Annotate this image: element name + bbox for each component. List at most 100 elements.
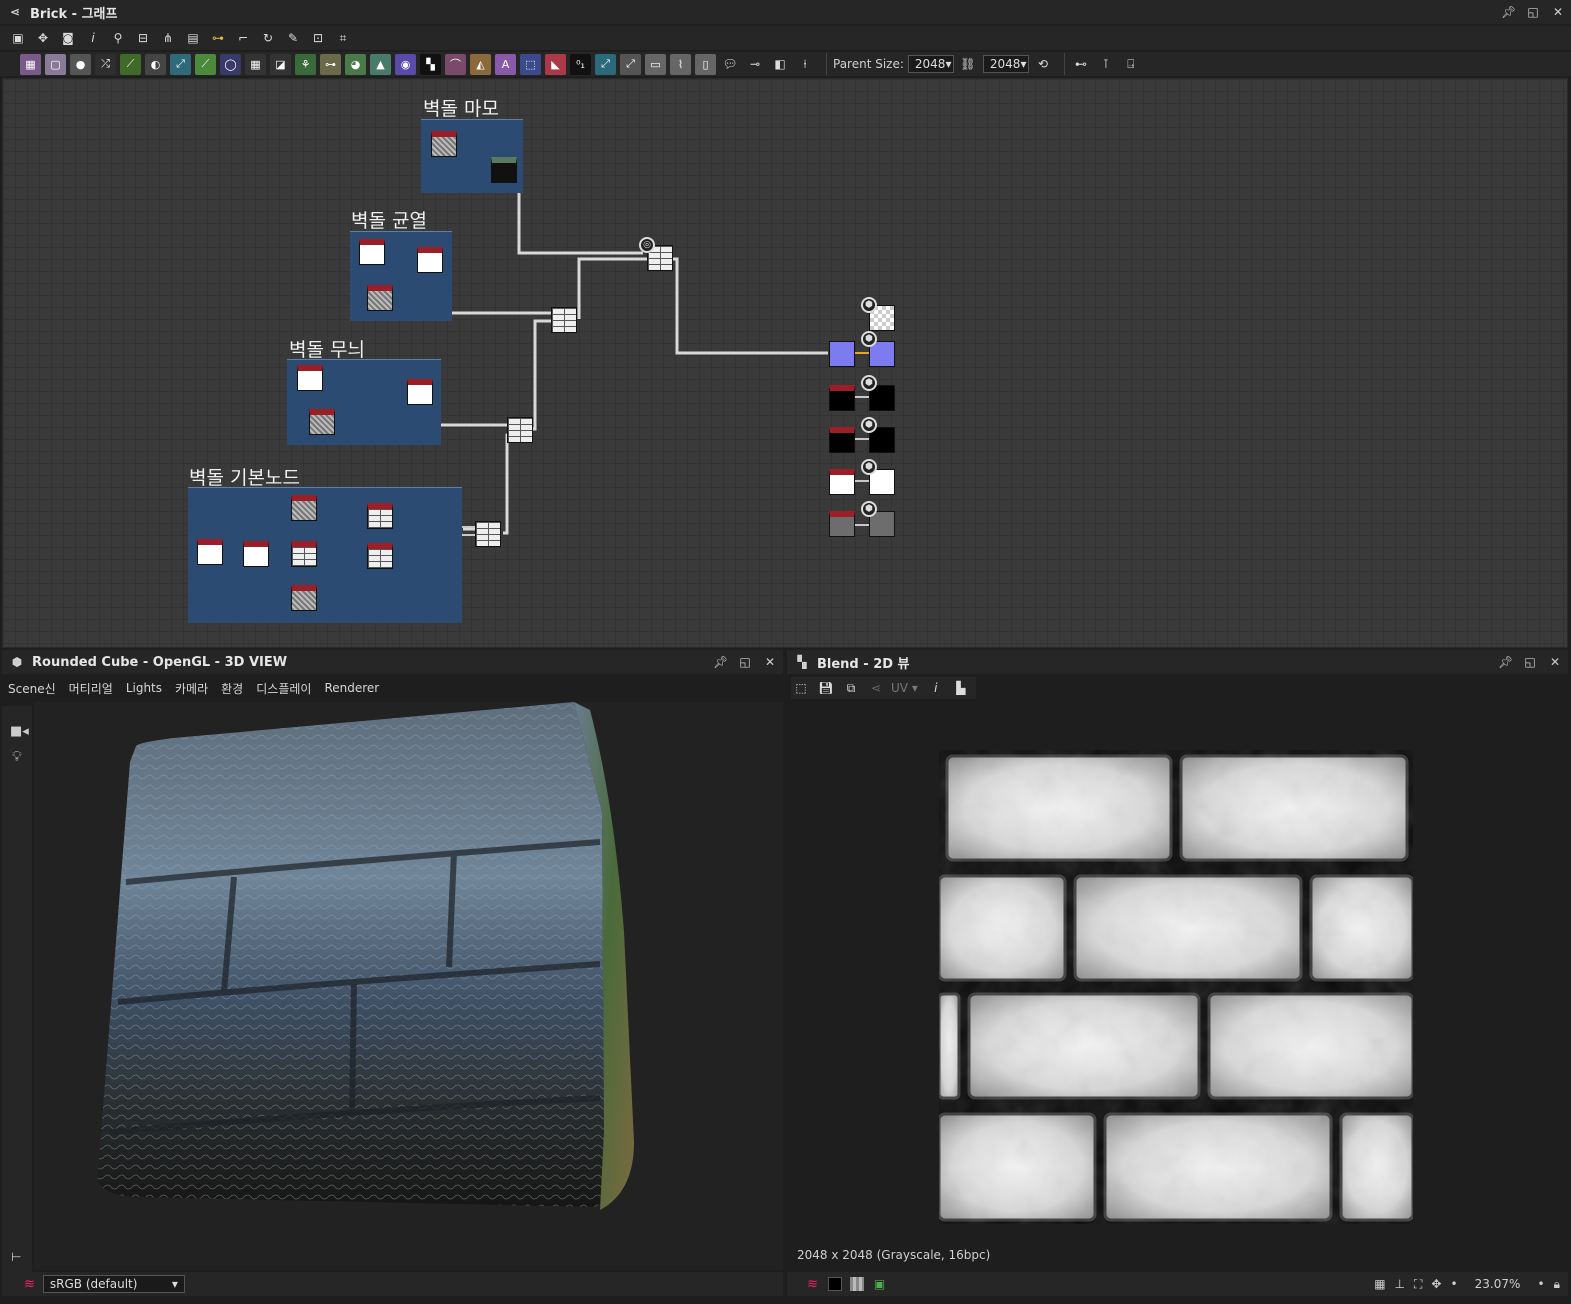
menu-lights[interactable]: Lights — [126, 681, 162, 695]
graph-node[interactable] — [829, 469, 855, 495]
maximize-icon[interactable]: ◱ — [1526, 5, 1540, 19]
black-swatch[interactable] — [827, 1277, 842, 1291]
layers-icon[interactable]: ≋ — [24, 1277, 35, 1292]
graph-node[interactable] — [829, 511, 855, 537]
bucket-node-icon[interactable]: ◪ — [270, 53, 291, 75]
graph-node[interactable] — [431, 131, 457, 157]
frame-brick-base[interactable] — [188, 487, 462, 623]
export-icon[interactable]: ⬚ — [791, 678, 811, 698]
graph-node[interactable] — [367, 503, 393, 529]
graph-node[interactable] — [491, 157, 517, 183]
blend-node[interactable] — [551, 307, 577, 333]
frame-all-icon[interactable]: ▣ — [8, 28, 28, 48]
link-icon[interactable]: ⊶ — [208, 28, 228, 48]
dither-node-icon[interactable]: ▚ — [420, 53, 441, 75]
histogram-node-icon[interactable]: ▲ — [370, 53, 391, 75]
pin-icon[interactable]: 📌︎ — [1501, 5, 1516, 19]
graph-node[interactable] — [297, 365, 323, 391]
align-icon[interactable]: ⊟ — [133, 28, 153, 48]
lock-icon[interactable]: 🔒︎ — [1554, 1277, 1560, 1292]
hierarchy-icon[interactable]: ⊢ — [11, 1250, 21, 1264]
menu-display[interactable]: 디스플레이 — [256, 680, 311, 697]
rgb-icon[interactable]: ▣ — [874, 1277, 885, 1291]
emboss-node-icon[interactable]: ⤢ — [620, 53, 641, 75]
2d-viewport[interactable]: 2048 x 2048 (Grayscale, 16bpc) — [787, 702, 1568, 1262]
link-size-icon[interactable]: ⛓︎ — [958, 54, 978, 74]
gradient-node-icon[interactable]: ⟋ — [195, 53, 216, 75]
zoom-value[interactable]: 23.07% — [1467, 1277, 1529, 1291]
watering-node-icon[interactable]: ⚘ — [295, 53, 316, 75]
graph-node[interactable] — [829, 341, 855, 367]
size-width-select[interactable]: 2048 ▾ — [907, 55, 954, 73]
layers-icon[interactable]: ▤ — [183, 28, 203, 48]
info-icon[interactable]: i — [83, 28, 103, 48]
pin-icon[interactable]: 📌︎ — [713, 655, 728, 669]
close-icon[interactable]: ✕ — [763, 655, 777, 669]
graph-node[interactable] — [407, 379, 433, 405]
blend-node[interactable] — [475, 521, 501, 547]
menu-environment[interactable]: 환경 — [221, 680, 243, 697]
normal-node-icon[interactable]: ⤢ — [595, 53, 616, 75]
reroute-icon[interactable]: ◧ — [770, 54, 790, 74]
pin-icon[interactable]: 📌︎ — [1498, 655, 1513, 669]
svg-node-icon[interactable]: ▢ — [45, 53, 66, 75]
graph-node[interactable] — [291, 585, 317, 611]
menu-material[interactable]: 머티리얼 — [69, 680, 113, 697]
channel-node-icon[interactable]: ⊶ — [320, 53, 341, 75]
align-horizontal-icon[interactable]: ⊷ — [1071, 54, 1091, 74]
fill-node-icon[interactable]: ● — [70, 53, 91, 75]
mirror-node-icon[interactable]: ◭ — [470, 53, 491, 75]
fit-icon[interactable]: ⛶ — [1414, 1277, 1422, 1292]
search-icon[interactable]: ⚲ — [108, 28, 128, 48]
close-icon[interactable]: ✕ — [1551, 5, 1565, 19]
pin2-icon[interactable]: ⍿ — [795, 54, 815, 74]
graph-canvas[interactable]: 벽돌 마모 벽돌 균열 벽돌 무늬 벽돌 기본노드 ◎ ⬢ ⬢ ⬢ ⬢ ⬢ ⬢ — [2, 78, 1568, 648]
info-icon[interactable]: i — [926, 678, 946, 698]
grid-icon[interactable]: ▦ — [1374, 1277, 1385, 1291]
levels-node-icon[interactable]: ◐ — [145, 53, 166, 75]
text-node-icon[interactable]: A — [495, 53, 516, 75]
share-icon[interactable]: ⋔ — [158, 28, 178, 48]
arc-node-icon[interactable]: ⌒ — [445, 53, 466, 75]
dot-icon[interactable]: • — [1450, 1277, 1457, 1291]
connect-icon[interactable]: ⌐ — [233, 28, 253, 48]
maximize-icon[interactable]: ◱ — [1523, 655, 1537, 669]
pin-node-icon[interactable]: ⊸ — [745, 54, 765, 74]
color-wheel-node-icon[interactable]: ◉ — [395, 53, 416, 75]
tile-icon[interactable]: ⊥ — [1395, 1277, 1405, 1291]
grey-swatch[interactable] — [849, 1277, 864, 1291]
snapshot-icon[interactable]: ⊡ — [308, 28, 328, 48]
graph-node[interactable] — [359, 239, 385, 265]
warp-node-icon[interactable]: ⤢ — [170, 53, 191, 75]
graph-node[interactable] — [291, 495, 317, 521]
bitmap-node-icon[interactable]: ▦ — [20, 53, 41, 75]
tile-node-icon[interactable]: ▦ — [245, 53, 266, 75]
save-icon[interactable]: 💾︎ — [816, 678, 836, 698]
size-height-select[interactable]: 2048 ▾ — [982, 55, 1029, 73]
graph-node[interactable] — [829, 427, 855, 453]
copy-icon[interactable]: ⧉ — [841, 678, 861, 698]
colorspace-select[interactable]: sRGB (default) ▾ — [42, 1275, 185, 1293]
fit-icon[interactable]: ✥ — [33, 28, 53, 48]
align-vertical-icon[interactable]: ⊺ — [1096, 54, 1116, 74]
distribute-icon[interactable]: ⍈ — [1121, 54, 1141, 74]
menu-camera[interactable]: 카메라 — [175, 680, 208, 697]
menu-scene[interactable]: Scene신 — [8, 680, 56, 697]
light-bulb-icon[interactable]: 💡︎ — [12, 749, 32, 765]
blur-node-icon[interactable]: ◯ — [220, 53, 241, 75]
reset-size-icon[interactable]: ⟲ — [1033, 54, 1053, 74]
camera-icon[interactable]: ◙ — [58, 28, 78, 48]
refresh-icon[interactable]: ↻ — [258, 28, 278, 48]
shuffle-node-icon[interactable]: ⤮ — [95, 53, 116, 75]
graph-node[interactable] — [829, 385, 855, 411]
grid-snap-icon[interactable]: ⌗ — [333, 28, 353, 48]
graph-node[interactable] — [417, 247, 443, 273]
close-icon[interactable]: ✕ — [1548, 655, 1562, 669]
graph-node[interactable] — [243, 541, 269, 567]
graph-node-icon[interactable]: ⌇ — [670, 53, 691, 75]
graph-node[interactable] — [309, 409, 335, 435]
maximize-icon[interactable]: ◱ — [738, 655, 752, 669]
frame-node-icon[interactable]: ▭ — [645, 53, 666, 75]
video-camera-icon[interactable]: ■◂ — [10, 724, 32, 739]
wrench-icon[interactable]: ✎ — [283, 28, 303, 48]
